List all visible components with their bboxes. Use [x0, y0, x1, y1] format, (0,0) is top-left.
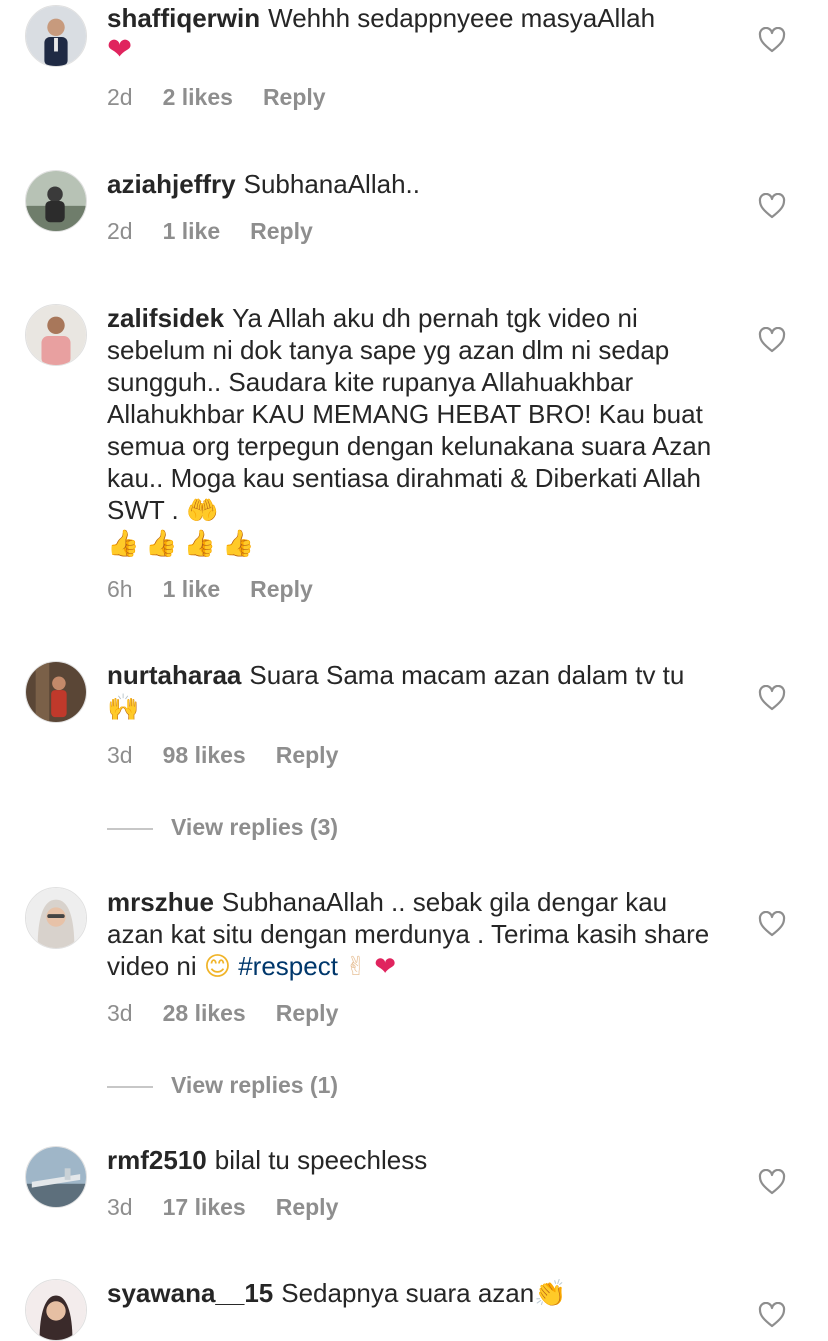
- reply-button[interactable]: Reply: [250, 576, 313, 602]
- heart-outline-icon[interactable]: [758, 27, 786, 53]
- comment-username[interactable]: mrszhue: [107, 887, 214, 917]
- reply-button[interactable]: Reply: [276, 742, 339, 768]
- comment-body: bilal tu speechless: [214, 1145, 428, 1175]
- heart-outline-icon[interactable]: [758, 327, 786, 353]
- comment-meta: 3d 17 likes Reply: [107, 1194, 368, 1221]
- comment-username[interactable]: zalifsidek: [107, 303, 224, 333]
- view-replies-label: View replies (1): [171, 1072, 339, 1098]
- divider: [107, 827, 153, 830]
- avatar[interactable]: [25, 170, 87, 232]
- comment-time: 3d: [107, 742, 133, 768]
- heart-emoji: ❤: [374, 952, 396, 982]
- avatar[interactable]: [25, 5, 87, 67]
- comment-time: 2d: [107, 218, 133, 244]
- comment-meta: 6h 1 like Reply: [107, 576, 343, 603]
- comment-username[interactable]: syawana__15: [107, 1278, 273, 1308]
- thumbs-up-emoji: 👍👍👍👍: [107, 529, 261, 559]
- comment-time: 2d: [107, 84, 133, 110]
- comment-username[interactable]: aziahjeffry: [107, 169, 236, 199]
- comment-time: 3d: [107, 1194, 133, 1220]
- view-replies-label: View replies (3): [171, 814, 339, 840]
- comment-likes[interactable]: 2 likes: [163, 84, 233, 110]
- reply-button[interactable]: Reply: [276, 1000, 339, 1026]
- open-hands-emoji: 🤲: [185, 496, 219, 526]
- reply-button[interactable]: Reply: [263, 84, 326, 110]
- comment-likes[interactable]: 1 like: [163, 576, 221, 602]
- comment-meta: 3d 28 likes Reply: [107, 1000, 368, 1027]
- avatar[interactable]: [25, 661, 87, 723]
- comment-time: 6h: [107, 576, 133, 602]
- comment-body: Wehhh sedappnyeee masyaAllah: [268, 3, 656, 33]
- comment-text: syawana__15 Sedapnya suara azan👏: [107, 1277, 717, 1310]
- victory-hand-emoji: ✌: [345, 952, 367, 982]
- comment-likes[interactable]: 1 like: [163, 218, 221, 244]
- avatar[interactable]: [25, 1279, 87, 1341]
- smile-emoji: 😊: [203, 952, 231, 982]
- comment-username[interactable]: rmf2510: [107, 1145, 207, 1175]
- hashtag-link[interactable]: #respect: [238, 951, 338, 981]
- comment-body: SubhanaAllah..: [243, 169, 420, 199]
- comment-text: aziahjeffry SubhanaAllah..: [107, 168, 717, 200]
- clapping-hands-emoji: 👏: [534, 1279, 567, 1309]
- avatar[interactable]: [25, 304, 87, 366]
- comment-meta: 2d 1 like Reply: [107, 218, 343, 245]
- comment-likes[interactable]: 17 likes: [163, 1194, 246, 1220]
- comment-text: nurtaharaa Suara Sama macam azan dalam tv…: [107, 659, 717, 724]
- raising-hands-emoji: 🙌: [107, 693, 140, 723]
- comment-body: Ya Allah aku dh pernah tgk video ni sebe…: [107, 303, 712, 525]
- heart-outline-icon[interactable]: [758, 1302, 786, 1328]
- comment-username[interactable]: nurtaharaa: [107, 660, 241, 690]
- comment-likes[interactable]: 98 likes: [163, 742, 246, 768]
- heart-emoji: ❤: [107, 32, 133, 67]
- avatar[interactable]: [25, 887, 87, 949]
- comment-body: Sedapnya suara azan: [281, 1278, 535, 1308]
- comment-text: zalifsidek Ya Allah aku dh pernah tgk vid…: [107, 302, 717, 560]
- comment-meta: 3d 98 likes Reply: [107, 742, 368, 769]
- comment-text: shaffiqerwin Wehhh sedappnyeee masyaAllah…: [107, 2, 717, 66]
- view-replies-button[interactable]: View replies (1): [107, 1072, 338, 1099]
- divider: [107, 1085, 153, 1088]
- view-replies-button[interactable]: View replies (3): [107, 814, 338, 841]
- reply-button[interactable]: Reply: [276, 1194, 339, 1220]
- comment-username[interactable]: shaffiqerwin: [107, 3, 260, 33]
- comment-body: Suara Sama macam azan dalam tv tu: [249, 660, 685, 690]
- heart-outline-icon[interactable]: [758, 1169, 786, 1195]
- comment-time: 3d: [107, 1000, 133, 1026]
- comment-text: rmf2510 bilal tu speechless: [107, 1144, 717, 1176]
- avatar[interactable]: [25, 1146, 87, 1208]
- comment-text: mrszhue SubhanaAllah .. sebak gila dengar…: [107, 886, 717, 983]
- comment-meta: 2d 2 likes Reply: [107, 84, 356, 111]
- comment-likes[interactable]: 28 likes: [163, 1000, 246, 1026]
- heart-outline-icon[interactable]: [758, 911, 786, 937]
- reply-button[interactable]: Reply: [250, 218, 313, 244]
- heart-outline-icon[interactable]: [758, 685, 786, 711]
- heart-outline-icon[interactable]: [758, 193, 786, 219]
